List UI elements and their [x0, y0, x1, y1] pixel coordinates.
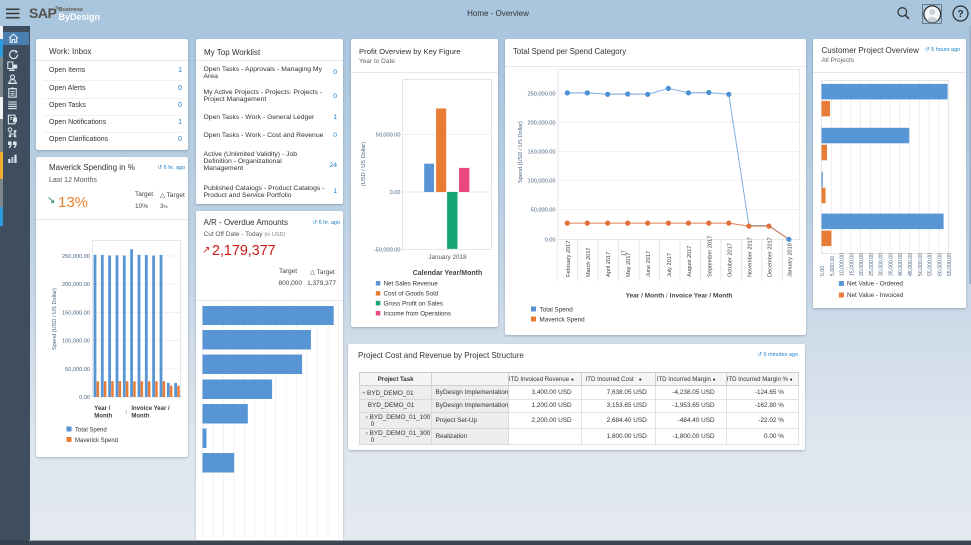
svg-text:-50,000.00: -50,000.00	[373, 248, 400, 254]
svg-text:50,000.00: 50,000.00	[65, 367, 90, 373]
svg-text:Year / Month / Invoice Year /: Year / Month / Invoice Year / Month	[626, 293, 733, 300]
svg-text:?: ?	[957, 9, 963, 20]
svg-text:10,000.00: 10,000.00	[840, 253, 846, 276]
svg-text:30,000.00: 30,000.00	[879, 253, 885, 276]
svg-text:Net Sales Revenue: Net Sales Revenue	[383, 281, 438, 288]
svg-text:December 2017: December 2017	[767, 237, 773, 277]
svg-text:0.00: 0.00	[820, 266, 826, 276]
svg-text:50,000.00: 50,000.00	[375, 133, 400, 139]
svg-text:45,000.00: 45,000.00	[908, 253, 914, 276]
svg-text:5,000.00: 5,000.00	[830, 256, 836, 276]
svg-text:June 2017: June 2017	[646, 251, 652, 277]
svg-text:50,000.00: 50,000.00	[531, 208, 556, 214]
svg-text:Maverick Spend: Maverick Spend	[540, 317, 586, 324]
svg-text:Month: Month	[131, 414, 149, 420]
svg-text:(USD / US Dollar): (USD / US Dollar)	[360, 142, 366, 186]
svg-text:Spend (USD / US Dollar): Spend (USD / US Dollar)	[52, 288, 58, 350]
svg-text:250,000.00: 250,000.00	[62, 254, 90, 260]
svg-text:August 2017: August 2017	[687, 246, 693, 277]
svg-text:March 2017: March 2017	[586, 247, 592, 277]
svg-text:Income from Operations: Income from Operations	[383, 311, 451, 318]
svg-text:November 2017: November 2017	[747, 237, 753, 277]
svg-text:150,000.00: 150,000.00	[528, 149, 556, 155]
svg-text:Year /: Year /	[94, 406, 110, 412]
svg-text:Spend (USD / US Dollar): Spend (USD / US Dollar)	[518, 121, 524, 183]
svg-text:Total Spend: Total Spend	[75, 428, 107, 434]
svg-text:/: /	[126, 410, 128, 416]
svg-text:100,000.00: 100,000.00	[528, 179, 556, 185]
svg-text:Total Spend: Total Spend	[540, 307, 574, 314]
svg-text:July 2017: July 2017	[667, 253, 673, 277]
svg-text:15,000.00: 15,000.00	[849, 253, 855, 276]
svg-text:October 2017: October 2017	[727, 243, 733, 277]
svg-text:55,000.00: 55,000.00	[928, 253, 934, 276]
svg-text:0.00: 0.00	[545, 237, 556, 243]
svg-text:Month: Month	[94, 414, 112, 420]
svg-text:April 2017: April 2017	[606, 252, 612, 277]
svg-text:200,000.00: 200,000.00	[528, 121, 556, 127]
svg-text:January 2018: January 2018	[428, 254, 467, 261]
svg-text:0.00: 0.00	[79, 395, 90, 401]
svg-text:40,000.00: 40,000.00	[898, 253, 904, 276]
svg-text:25,000.00: 25,000.00	[869, 253, 875, 276]
svg-text:250,000.00: 250,000.00	[528, 92, 556, 98]
svg-text:Maverick Spend: Maverick Spend	[75, 438, 118, 444]
svg-text:20,000.00: 20,000.00	[859, 253, 865, 276]
svg-text:0.00: 0.00	[389, 190, 400, 196]
svg-text:150,000.00: 150,000.00	[62, 310, 90, 316]
svg-text:January 2018: January 2018	[787, 243, 793, 277]
svg-text:60,000.00: 60,000.00	[937, 253, 943, 276]
svg-text:Invoice Year /: Invoice Year /	[131, 406, 170, 412]
svg-text:Calendar Year/Month: Calendar Year/Month	[412, 270, 482, 277]
svg-text:200,000.00: 200,000.00	[62, 282, 90, 288]
svg-text:100,000.00: 100,000.00	[62, 339, 90, 345]
svg-text:35,000.00: 35,000.00	[889, 253, 895, 276]
svg-text:Net Value - Ordered: Net Value - Ordered	[847, 281, 903, 288]
svg-text:65,000.00: 65,000.00	[947, 253, 953, 276]
svg-text:February 2017: February 2017	[566, 241, 572, 277]
svg-text:50,000.00: 50,000.00	[918, 253, 924, 276]
svg-text:Net Value - Invoiced: Net Value - Invoiced	[847, 292, 904, 299]
svg-text:September 2017: September 2017	[707, 236, 713, 277]
svg-text:17: 17	[622, 250, 628, 256]
svg-text:Cost of Goods Sold: Cost of Goods Sold	[383, 291, 438, 298]
svg-text:Gross Profit on Sales: Gross Profit on Sales	[383, 300, 443, 307]
